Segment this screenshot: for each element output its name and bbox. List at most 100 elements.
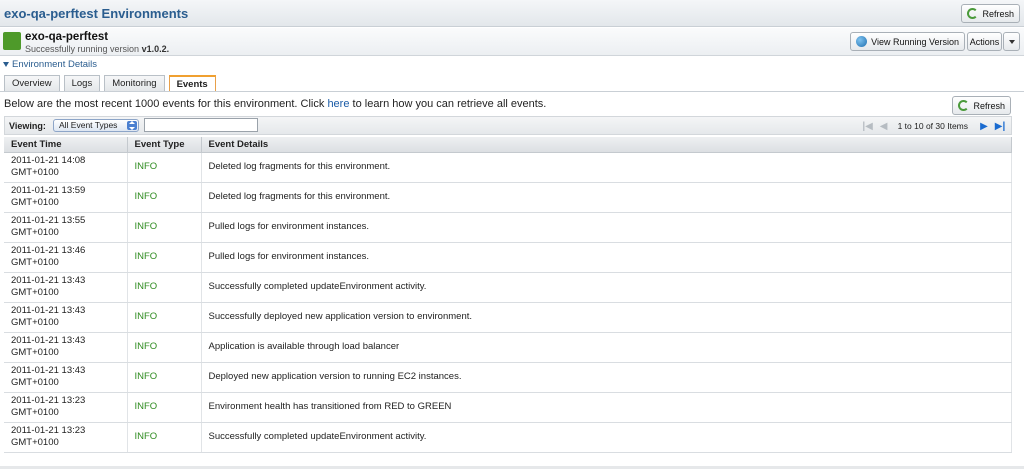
- environment-details-label: Environment Details: [12, 59, 98, 70]
- pagination: |◀ ◀ 1 to 10 of 30 Items ▶ ▶|: [860, 119, 1008, 133]
- tab-monitoring[interactable]: Monitoring: [104, 75, 165, 91]
- event-details-cell: Successfully completed updateEnvironment…: [201, 422, 1012, 453]
- event-type-cell: INFO: [127, 362, 202, 393]
- intro-text-start: Below are the most recent 1000 events fo…: [4, 98, 328, 110]
- view-running-version-button[interactable]: View Running Version: [850, 32, 965, 51]
- refresh-button-label: Refresh: [982, 8, 1014, 19]
- event-timezone: GMT+0100: [11, 287, 59, 298]
- event-details-cell: Environment health has transitioned from…: [201, 392, 1012, 423]
- event-time-cell: 2011-01-21 13:59 GMT+0100: [4, 182, 128, 213]
- event-time: 2011-01-21 13:43: [11, 305, 86, 316]
- table-row[interactable]: 2011-01-21 13:43 GMT+0100 INFO Successful…: [4, 302, 1012, 333]
- event-details-cell: Successfully deployed new application ve…: [201, 302, 1012, 333]
- event-type-cell: INFO: [127, 422, 202, 453]
- event-time: 2011-01-21 13:23: [11, 425, 86, 436]
- column-header-event-details[interactable]: Event Details: [201, 137, 1012, 153]
- tab-logs[interactable]: Logs: [63, 75, 101, 91]
- event-time-cell: 2011-01-21 13:43 GMT+0100: [4, 302, 128, 333]
- tab-bar: Overview Logs Monitoring Events: [4, 75, 216, 92]
- event-type-select[interactable]: All Event Types: [53, 119, 139, 132]
- event-time: 2011-01-21 13:43: [11, 335, 86, 346]
- globe-icon: [856, 36, 868, 47]
- intro-text-end: to learn how you can retrieve all events…: [349, 98, 547, 110]
- event-time-cell: 2011-01-21 13:23 GMT+0100: [4, 422, 128, 453]
- refresh-events-button[interactable]: Refresh: [952, 96, 1011, 115]
- event-time-cell: 2011-01-21 13:43 GMT+0100: [4, 362, 128, 393]
- table-row[interactable]: 2011-01-21 13:43 GMT+0100 INFO Applicatio…: [4, 332, 1012, 363]
- event-time-cell: 2011-01-21 13:43 GMT+0100: [4, 332, 128, 363]
- event-time: 2011-01-21 13:55: [11, 215, 86, 226]
- event-time: 2011-01-21 13:43: [11, 275, 86, 286]
- view-running-version-label: View Running Version: [871, 36, 959, 47]
- first-page-icon[interactable]: |◀: [860, 119, 876, 133]
- table-row[interactable]: 2011-01-21 13:43 GMT+0100 INFO Successful…: [4, 272, 1012, 303]
- table-row[interactable]: 2011-01-21 13:43 GMT+0100 INFO Deployed n…: [4, 362, 1012, 393]
- event-timezone: GMT+0100: [11, 407, 59, 418]
- event-timezone: GMT+0100: [11, 197, 59, 208]
- event-type-cell: INFO: [127, 272, 202, 303]
- events-intro: Below are the most recent 1000 events fo…: [4, 98, 546, 110]
- event-type-cell: INFO: [127, 212, 202, 243]
- environment-version: v1.0.2.: [141, 44, 170, 54]
- event-details-cell: Pulled logs for environment instances.: [201, 242, 1012, 273]
- table-row[interactable]: 2011-01-21 13:23 GMT+0100 INFO Successful…: [4, 422, 1012, 453]
- tab-events[interactable]: Events: [168, 75, 216, 92]
- table-row[interactable]: 2011-01-21 13:59 GMT+0100 INFO Deleted lo…: [4, 182, 1012, 213]
- events-table: Event Time Event Type Event Details 2011…: [4, 137, 1012, 453]
- table-row[interactable]: 2011-01-21 13:46 GMT+0100 INFO Pulled log…: [4, 242, 1012, 273]
- event-type-cell: INFO: [127, 242, 202, 273]
- event-time: 2011-01-21 13:23: [11, 395, 86, 406]
- tab-overview[interactable]: Overview: [4, 75, 60, 91]
- event-details-cell: Pulled logs for environment instances.: [201, 212, 1012, 243]
- pager-label: 1 to 10 of 30 Items: [897, 121, 968, 131]
- select-arrows-icon: [127, 121, 137, 130]
- event-timezone: GMT+0100: [11, 377, 59, 388]
- event-details-cell: Deleted log fragments for this environme…: [201, 152, 1012, 183]
- event-time-cell: 2011-01-21 13:43 GMT+0100: [4, 272, 128, 303]
- refresh-icon: [967, 8, 979, 19]
- prev-page-icon[interactable]: ◀: [876, 119, 892, 133]
- actions-button[interactable]: Actions: [967, 32, 1002, 51]
- next-page-icon[interactable]: ▶: [976, 119, 992, 133]
- event-type-cell: INFO: [127, 152, 202, 183]
- table-header-row: Event Time Event Type Event Details: [4, 137, 1012, 153]
- table-row[interactable]: 2011-01-21 13:55 GMT+0100 INFO Pulled log…: [4, 212, 1012, 243]
- event-time-cell: 2011-01-21 13:23 GMT+0100: [4, 392, 128, 423]
- chevron-down-icon: [1008, 39, 1015, 44]
- learn-more-link[interactable]: here: [327, 98, 349, 110]
- triangle-down-icon: [3, 62, 9, 67]
- actions-dropdown-button[interactable]: [1003, 32, 1020, 51]
- event-type-cell: INFO: [127, 332, 202, 363]
- event-time-cell: 2011-01-21 14:08 GMT+0100: [4, 152, 128, 183]
- tab-divider: [0, 91, 1024, 92]
- event-details-cell: Successfully completed updateEnvironment…: [201, 272, 1012, 303]
- event-type-selected: All Event Types: [59, 120, 118, 130]
- table-row[interactable]: 2011-01-21 14:08 GMT+0100 INFO Deleted lo…: [4, 152, 1012, 183]
- event-type-cell: INFO: [127, 392, 202, 423]
- event-details-cell: Deleted log fragments for this environme…: [201, 182, 1012, 213]
- column-header-event-type[interactable]: Event Type: [127, 137, 202, 153]
- event-timezone: GMT+0100: [11, 167, 59, 178]
- column-header-event-time[interactable]: Event Time: [4, 137, 128, 153]
- environment-details-toggle[interactable]: Environment Details: [3, 59, 97, 70]
- event-time: 2011-01-21 13:43: [11, 365, 86, 376]
- viewing-label: Viewing:: [9, 121, 46, 131]
- actions-label: Actions: [969, 36, 1000, 47]
- event-filter-input[interactable]: [144, 118, 258, 132]
- refresh-icon: [958, 100, 970, 111]
- event-timezone: GMT+0100: [11, 437, 59, 448]
- event-timezone: GMT+0100: [11, 257, 59, 268]
- environment-status: Successfully running version v1.0.2.: [25, 44, 169, 54]
- event-type-cell: INFO: [127, 302, 202, 333]
- event-time: 2011-01-21 14:08: [11, 155, 86, 166]
- refresh-button[interactable]: Refresh: [961, 4, 1020, 23]
- title-bar: exo-qa-perftest Environments Refresh: [0, 0, 1024, 27]
- event-time-cell: 2011-01-21 13:46 GMT+0100: [4, 242, 128, 273]
- last-page-icon[interactable]: ▶|: [992, 119, 1008, 133]
- environment-status-text: Successfully running version: [25, 44, 140, 54]
- event-timezone: GMT+0100: [11, 227, 59, 238]
- refresh-events-label: Refresh: [973, 100, 1005, 111]
- environment-bar: exo-qa-perftest Successfully running ver…: [0, 28, 1024, 56]
- event-details-cell: Application is available through load ba…: [201, 332, 1012, 363]
- table-row[interactable]: 2011-01-21 13:23 GMT+0100 INFO Environmen…: [4, 392, 1012, 423]
